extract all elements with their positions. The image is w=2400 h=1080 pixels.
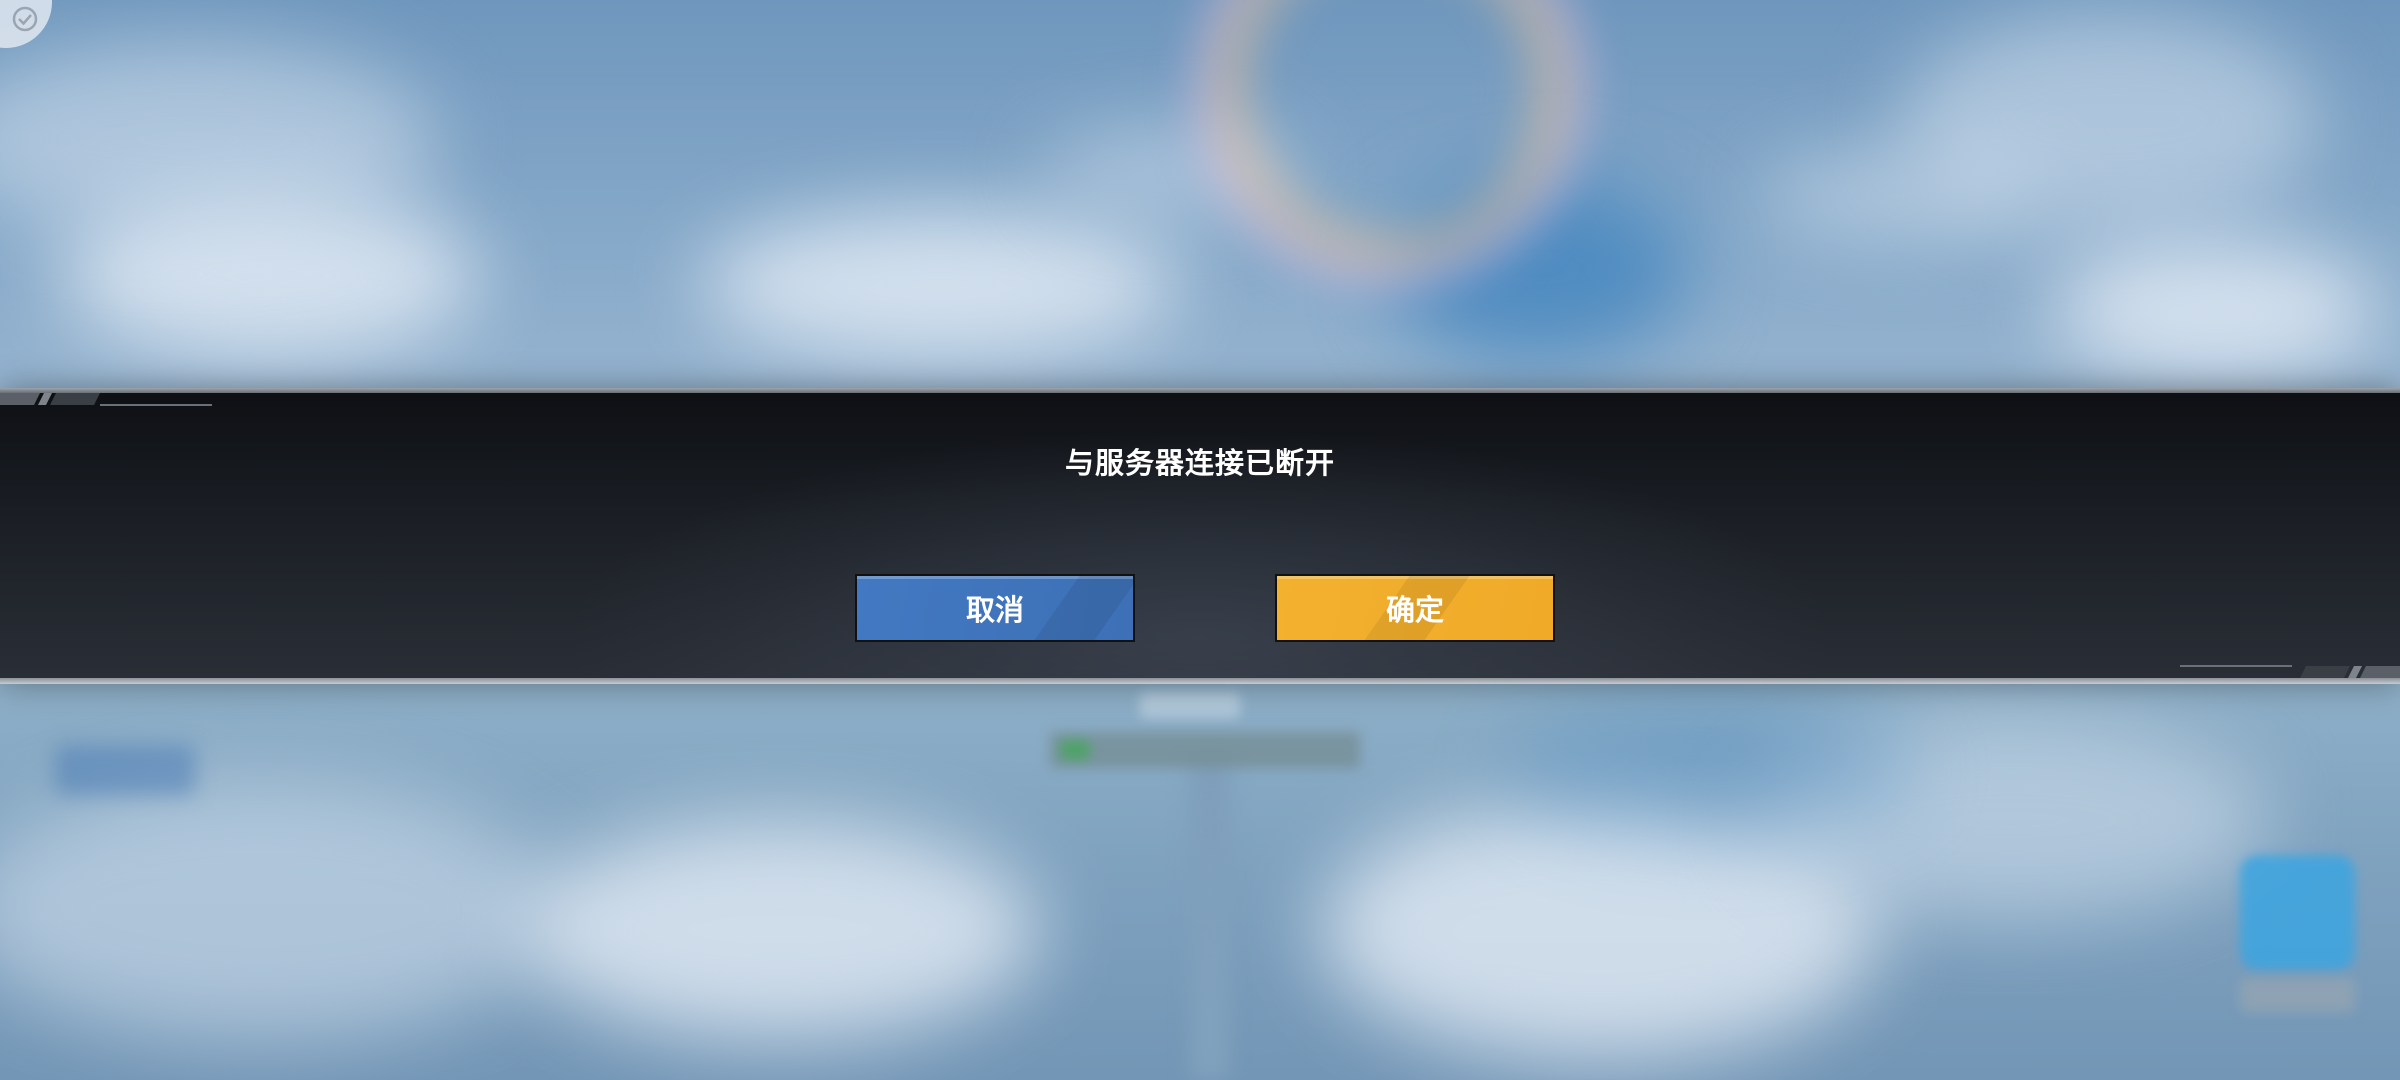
dialog-decoration-right [2180, 665, 2400, 678]
background-blurred-tile [2240, 855, 2355, 970]
background-cloud [2050, 240, 2380, 380]
background-cloud [520, 820, 1040, 1040]
button-stripe-decoration [1034, 576, 1133, 640]
background-cloud [1900, 10, 2320, 230]
confirm-button[interactable]: 确定 [1275, 574, 1555, 642]
dialog-decoration-left [0, 393, 212, 406]
background-blurred-bar [1050, 732, 1360, 768]
cancel-button-label: 取消 [965, 593, 1024, 627]
cancel-button[interactable]: 取消 [855, 574, 1135, 642]
background-cloud [0, 780, 560, 1040]
background-cloud [700, 210, 1180, 360]
background-blurred-element [55, 745, 195, 795]
dialog-bottom-border [0, 678, 2400, 684]
background-blurred-label [1140, 692, 1240, 718]
dialog-top-border [0, 388, 2400, 393]
game-screen: 与服务器连接已断开 取消 确定 [0, 0, 2400, 1080]
background-cloud [1500, 700, 1920, 840]
dialog-message: 与服务器连接已断开 [1064, 446, 1335, 480]
disconnect-dialog: 与服务器连接已断开 取消 确定 [0, 388, 2400, 684]
confirm-button-label: 确定 [1385, 593, 1444, 627]
background-blurred-tile-label [2240, 978, 2355, 1012]
check-circle-icon [12, 6, 38, 32]
corner-button[interactable] [0, 0, 52, 48]
background-tower [1190, 760, 1230, 1080]
